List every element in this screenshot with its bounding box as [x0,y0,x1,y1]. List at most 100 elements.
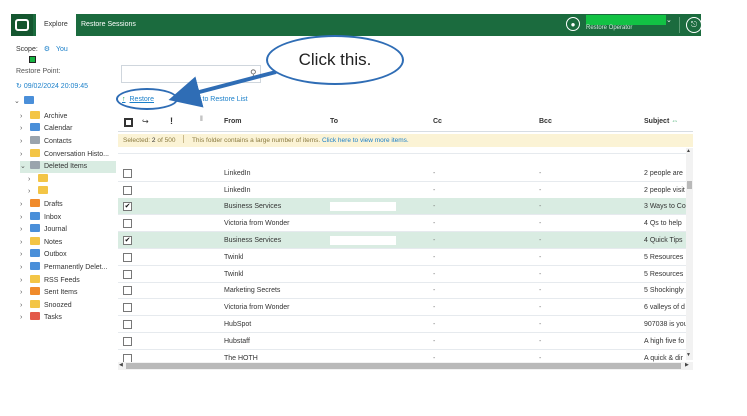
chevron-down-icon[interactable]: ⌄ [666,16,672,24]
row-checkbox[interactable] [123,320,132,329]
tree-item-tasks[interactable]: › Tasks [20,312,62,324]
chevron-right-icon[interactable]: › [20,262,28,274]
add-to-restore-list-button[interactable]: + Add to Restore List [182,96,248,103]
table-row[interactable]: ✔ Business Services - - 3 Ways to Co [118,198,686,216]
user-menu[interactable]: ● Restore Operator ⌄ [566,15,676,34]
tree-item-rss-feeds[interactable]: › RSS Feeds [20,275,80,287]
chevron-right-icon[interactable]: › [20,237,28,249]
chevron-right-icon[interactable]: › [20,123,28,135]
row-checkbox[interactable] [123,252,132,262]
tree-item-journal[interactable]: › Journal [20,224,67,236]
chevron-right-icon[interactable]: › [20,149,28,161]
scroll-right-icon[interactable]: ▶ [685,362,689,368]
table-row[interactable]: Twinkl - - 5 Resources [118,249,686,266]
tree-item-calendar[interactable]: › Calendar [20,123,72,135]
table-row[interactable]: Victoria from Wonder - - 6 valleys of d [118,299,686,317]
vertical-scrollbar[interactable]: ▲ ▼ [686,148,693,360]
scroll-down-icon[interactable]: ▼ [686,352,691,358]
row-checkbox[interactable] [123,336,132,346]
row-checkbox[interactable] [123,286,132,296]
tree-item-conversation-history[interactable]: › Conversation Histo... [20,149,109,161]
chevron-right-icon[interactable]: › [20,111,28,123]
table-row[interactable]: LinkedIn - - 2 people visit [118,182,686,199]
tree-root[interactable]: ⌄ [14,96,38,108]
importance-icon[interactable]: ! [170,116,173,126]
table-row[interactable]: Marketing SecretsAllen So Domingo--17 Se… [118,146,686,154]
tab-explore[interactable]: Explore [36,14,76,36]
chevron-right-icon[interactable]: › [28,186,36,198]
rss-folder-icon [30,275,40,283]
tree-item-notes[interactable]: › Notes [20,237,62,249]
cell-bcc: - [539,169,542,177]
tree-item-permanently-deleted[interactable]: › Permanently Delet... [20,262,107,274]
table-row[interactable]: Victoria from Wonder - - 4 Qs to help [118,215,686,233]
cell-cc: - [433,337,436,345]
chevron-right-icon[interactable]: › [20,300,28,312]
chevron-right-icon[interactable]: › [20,136,28,148]
tree-item-label: Conversation Histo... [44,151,109,158]
cell-subject: 2 people visit [644,186,685,194]
tree-item-label: Journal [44,226,67,233]
select-all-checkbox[interactable] [124,118,133,127]
restore-point-date[interactable]: ↻ 09/02/2024 20:09:45 [16,82,88,90]
cell-cc: - [433,287,436,295]
chevron-right-icon[interactable]: › [20,212,28,224]
row-checkbox[interactable] [123,303,132,313]
scroll-left-icon[interactable]: ◀ [119,362,123,368]
chevron-right-icon[interactable]: › [20,249,28,261]
search-icon[interactable]: ⚲ [250,68,257,79]
tree-item-inbox[interactable]: › Inbox [20,212,61,224]
table-row[interactable]: Hubstaff - - A high five fo [118,333,686,350]
scroll-up-icon[interactable]: ▲ [686,148,691,154]
cell-subject: 3 Ways to Co [644,203,686,211]
chevron-right-icon[interactable]: › [20,199,28,211]
cell-bcc: - [539,203,542,211]
row-checkbox[interactable]: ✔ [123,202,132,212]
column-bcc[interactable]: Bcc [539,118,552,125]
tree-item-archive[interactable]: › Archive [20,111,67,123]
reply-icon[interactable]: ↪ [142,117,149,126]
table-row[interactable]: LinkedIn - - 2 people are [118,165,686,182]
tree-item-subfolder[interactable]: › [28,186,52,198]
row-checkbox[interactable] [123,168,132,178]
grid-header: ↪ ! ‖ From To Cc Bcc Subject ⇔ [118,112,693,132]
search-input[interactable] [121,65,261,83]
tree-item-deleted-items[interactable]: ⌄ Deleted Items [20,161,116,173]
row-checkbox[interactable] [123,219,132,229]
column-from[interactable]: From [224,118,242,125]
table-row[interactable]: Twinkl - - 5 Resources [118,266,686,283]
tree-item-label: Tasks [44,314,62,321]
tree-item-subfolder[interactable]: › [28,174,52,186]
restore-point-date-text: 09/02/2024 20:09:45 [23,83,89,90]
view-more-link[interactable]: Click here to view more items. [322,137,409,144]
bell-icon[interactable]: ⎋ [686,17,702,33]
tree-item-outbox[interactable]: › Outbox [20,249,67,261]
row-checkbox[interactable] [123,269,132,279]
chevron-right-icon[interactable]: › [20,275,28,287]
tree-item-contacts[interactable]: › Contacts [20,136,72,148]
chevron-right-icon[interactable]: › [20,224,28,236]
chevron-right-icon[interactable]: › [20,312,28,324]
column-cc[interactable]: Cc [433,118,442,125]
tab-restore-sessions[interactable]: Restore Sessions [73,14,144,36]
scope-value[interactable]: You [56,46,68,53]
tree-item-drafts[interactable]: › Drafts [20,199,63,211]
chevron-down-icon[interactable]: ⌄ [20,161,28,173]
table-row[interactable]: ✔ Business Services - - 4 Quick Tips [118,232,686,249]
chevron-right-icon[interactable]: › [20,287,28,299]
cell-bcc: - [539,220,542,228]
table-row[interactable]: HubSpot - - 907038 is you [118,316,688,333]
column-to[interactable]: To [330,118,338,125]
tree-item-sent-items[interactable]: › Sent Items [20,287,77,299]
tree-item-snoozed[interactable]: › Snoozed [20,300,72,312]
row-checkbox[interactable] [123,185,132,195]
chevron-right-icon[interactable]: › [28,174,36,186]
chevron-down-icon[interactable]: ⌄ [14,96,22,108]
scrollbar-thumb[interactable] [687,181,692,189]
table-row[interactable]: Marketing Secrets - - 5 Shockingly [118,282,686,300]
horizontal-scrollbar[interactable]: ◀ ▶ [118,362,693,370]
column-subject[interactable]: Subject ⇔ [644,118,678,125]
attachment-icon[interactable]: ‖ [200,116,203,123]
row-checkbox[interactable]: ✔ [123,236,132,245]
scrollbar-thumb[interactable] [126,363,681,369]
